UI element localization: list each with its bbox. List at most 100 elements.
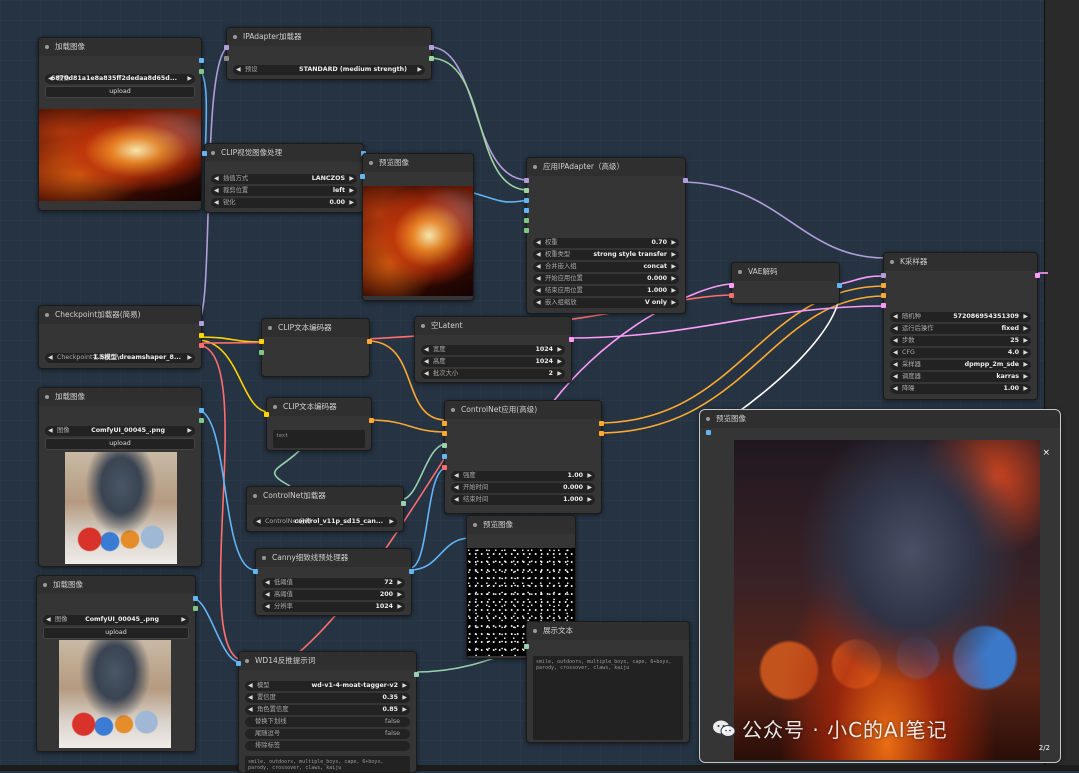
- input-image-port[interactable]: [442, 454, 447, 459]
- denoise-input[interactable]: ◀ 降噪 1.00 ▶: [890, 384, 1031, 394]
- node-title[interactable]: 展示文本: [527, 622, 689, 640]
- input-clip-port[interactable]: [259, 339, 264, 344]
- weight-input[interactable]: ◀ 权重 0.70 ▶: [533, 238, 679, 248]
- prev-arrow-icon[interactable]: ◀: [236, 65, 241, 75]
- input-positive-port[interactable]: [442, 421, 447, 426]
- preset-select[interactable]: ◀ 预设 STANDARD (medium strength) ▶: [233, 65, 425, 75]
- strength-input[interactable]: ◀ 强度 1.00 ▶: [451, 471, 595, 481]
- steps-input[interactable]: ◀ 步数 25 ▶: [890, 336, 1031, 346]
- output-mask-port[interactable]: [193, 606, 198, 611]
- ckpt-select[interactable]: ◀ Checkpoint名称 1.5模型\dreamshaper_8... ▶: [45, 353, 195, 363]
- apply-ipadapter-node[interactable]: 应用IPAdapter（高级） ◀ 权重 0.70 ▶ ◀ 权重类型 strong sty…: [524, 157, 688, 314]
- output-model-port[interactable]: [199, 321, 204, 326]
- prompt-textarea[interactable]: text: [273, 430, 365, 448]
- node-title[interactable]: VAE解码: [732, 263, 839, 281]
- input-clip-port[interactable]: [264, 412, 269, 417]
- ksampler-node[interactable]: K采样器 ◀ 随机种 572086954351309 ▶ ◀ 运行后操作 fixed ▶ ◀…: [881, 252, 1040, 400]
- clip-text-encode-node-2[interactable]: CLIP文本编码器 text: [264, 397, 374, 451]
- load-image-node-2[interactable]: 加载图像 ◀ 图像 ComfyUI_00045_.png ▶ upload: [38, 387, 204, 567]
- sampler-select[interactable]: ◀ 采样器 dpmpp_2m_sde ▶: [890, 360, 1031, 370]
- input-text-port[interactable]: [259, 350, 264, 355]
- node-title[interactable]: Canny细致线预处理器: [256, 549, 411, 567]
- input-positive-port[interactable]: [881, 283, 886, 288]
- seed-input[interactable]: ◀ 随机种 572086954351309 ▶: [890, 312, 1031, 322]
- height-input[interactable]: ◀ 高度 1024 ▶: [421, 357, 565, 367]
- output-clip-port[interactable]: [199, 333, 204, 338]
- node-title[interactable]: CLIP文本编码器: [262, 319, 369, 337]
- input-image-port[interactable]: [706, 430, 711, 435]
- canny-preprocessor-node[interactable]: Canny细致线预处理器 ◀ 低阈值 72 ▶ ◀ 高阈值 200 ▶ ◀ 分辨率 1024 ▶: [253, 548, 414, 616]
- node-title[interactable]: Checkpoint加载器(简易): [39, 306, 201, 324]
- output-image-port[interactable]: [837, 283, 842, 288]
- node-title[interactable]: ControlNet加载器: [247, 487, 403, 505]
- start-input[interactable]: ◀ 开始应用位置 0.000 ▶: [533, 274, 679, 284]
- node-title[interactable]: WD14反推提示词: [239, 652, 416, 670]
- input-vae-port[interactable]: [442, 465, 447, 470]
- vae-decode-node[interactable]: VAE解码: [729, 262, 842, 304]
- start-input[interactable]: ◀ 开始时间 0.000 ▶: [451, 483, 595, 493]
- input-text-port[interactable]: [524, 644, 529, 649]
- upload-button[interactable]: upload: [43, 627, 189, 639]
- after-generate-select[interactable]: ◀ 运行后操作 fixed ▶: [890, 324, 1031, 334]
- node-title[interactable]: 应用IPAdapter（高级）: [527, 158, 685, 176]
- node-title[interactable]: 加载图像: [39, 388, 201, 406]
- input-image-port[interactable]: [360, 174, 365, 179]
- node-title[interactable]: 预览图像: [467, 516, 575, 534]
- sharp-input[interactable]: ◀ 锐化 0.00 ▶: [211, 198, 357, 208]
- node-title[interactable]: 加载图像: [39, 38, 201, 56]
- output-image-port[interactable]: [199, 58, 204, 63]
- input-image-neg-port[interactable]: [524, 208, 529, 213]
- image-select[interactable]: ◀ 图像 ComfyUI_00045_.png ▶: [45, 426, 195, 436]
- clip-text-encode-node-1[interactable]: CLIP文本编码器: [259, 318, 372, 377]
- input-model-port[interactable]: [524, 178, 529, 183]
- end-input[interactable]: ◀ 结束时间 1.000 ▶: [451, 495, 595, 505]
- input-image-port[interactable]: [524, 198, 529, 203]
- preview-image-node-1[interactable]: 预览图像: [360, 153, 474, 301]
- next-arrow-icon[interactable]: ▶: [187, 74, 192, 84]
- tags-textarea[interactable]: smile, outdoors, multiple_boys, cape, 6+…: [245, 756, 410, 772]
- node-title[interactable]: IPAdapter加载器: [227, 28, 431, 46]
- threshold-input[interactable]: ◀ 置信度 0.35 ▶: [245, 693, 410, 703]
- output-mask-port[interactable]: [199, 418, 204, 423]
- controlnet-apply-node[interactable]: ControlNet应用(高级) ◀ 强度 1.00 ▶ ◀ 开始时间 0.000 ▶ ◀ 结…: [442, 400, 604, 514]
- node-title[interactable]: 预览图像: [363, 154, 473, 172]
- node-title[interactable]: K采样器: [884, 253, 1037, 271]
- output-text-area[interactable]: smile, outdoors, multiple_boys, cape, 6+…: [533, 656, 683, 740]
- output-ipadapter-port[interactable]: [429, 56, 434, 61]
- input-negative-port[interactable]: [442, 431, 447, 436]
- clip-vision-node[interactable]: CLIP视觉图像处理 ◀ 插值方式 LANCZOS ▶ ◀ 裁剪位置 left ▶ ◀ 锐…: [202, 143, 366, 213]
- output-model-port[interactable]: [429, 45, 434, 50]
- controlnet-loader-node[interactable]: ControlNet加载器 ◀ ControlNet名称 control_v11p…: [246, 486, 406, 532]
- scheduler-select[interactable]: ◀ 调度器 karras ▶: [890, 372, 1031, 382]
- ipadapter-loader-node[interactable]: IPAdapter加载器 ◀ 预设 STANDARD (medium stren…: [224, 27, 434, 80]
- model-select[interactable]: ◀ 模型 wd-v1-4-moat-tagger-v2 ▶: [245, 681, 410, 691]
- char-threshold-input[interactable]: ◀ 角色置信度 0.85 ▶: [245, 705, 410, 715]
- interp-select[interactable]: ◀ 插值方式 LANCZOS ▶: [211, 174, 357, 184]
- embed-scaling-select[interactable]: ◀ 嵌入组缩放 V only ▶: [533, 298, 679, 308]
- input-clip-vision-port[interactable]: [524, 228, 529, 233]
- next-arrow-icon[interactable]: ▶: [417, 65, 422, 75]
- output-cond-port[interactable]: [367, 339, 372, 344]
- output-image-port[interactable]: [193, 596, 198, 601]
- node-title[interactable]: CLIP文本编码器: [267, 398, 371, 416]
- output-image-port[interactable]: [409, 569, 414, 574]
- input-ipadapter-port[interactable]: [224, 56, 229, 61]
- high-threshold-input[interactable]: ◀ 高阈值 200 ▶: [262, 590, 405, 600]
- output-cond-port[interactable]: [369, 418, 374, 423]
- node-title[interactable]: 加载图像: [37, 576, 195, 594]
- output-image-port[interactable]: [199, 408, 204, 413]
- input-model-port[interactable]: [881, 273, 886, 278]
- node-title[interactable]: 预览图像: [700, 410, 1060, 428]
- batch-input[interactable]: ◀ 批次大小 2 ▶: [421, 369, 565, 379]
- upload-button[interactable]: upload: [45, 86, 195, 98]
- load-image-node-3[interactable]: 加载图像 ◀ 图像 ComfyUI_00045_.png ▶ upload: [36, 575, 198, 752]
- checkpoint-loader-node[interactable]: Checkpoint加载器(简易) ◀ Checkpoint名称 1.5模型\dr…: [38, 305, 204, 369]
- image-select[interactable]: ◀ 图像 ComfyUI_00045_.png ▶: [43, 615, 189, 625]
- upload-button[interactable]: upload: [45, 438, 195, 450]
- controlnet-name-select[interactable]: ◀ ControlNet名称 control_v11p_sd15_can... ▶: [253, 517, 397, 527]
- combine-select[interactable]: ◀ 合并嵌入组 concat ▶: [533, 262, 679, 272]
- load-image-node-1[interactable]: 加载图像 ◀ 图像 6870d81a1e8a835ff2dedaa8d65d..…: [38, 37, 204, 211]
- crop-select[interactable]: ◀ 裁剪位置 left ▶: [211, 186, 357, 196]
- cfg-input[interactable]: ◀ CFG 4.0 ▶: [890, 348, 1031, 358]
- show-text-node[interactable]: 展示文本 smile, outdoors, multiple_boys, cap…: [524, 621, 690, 743]
